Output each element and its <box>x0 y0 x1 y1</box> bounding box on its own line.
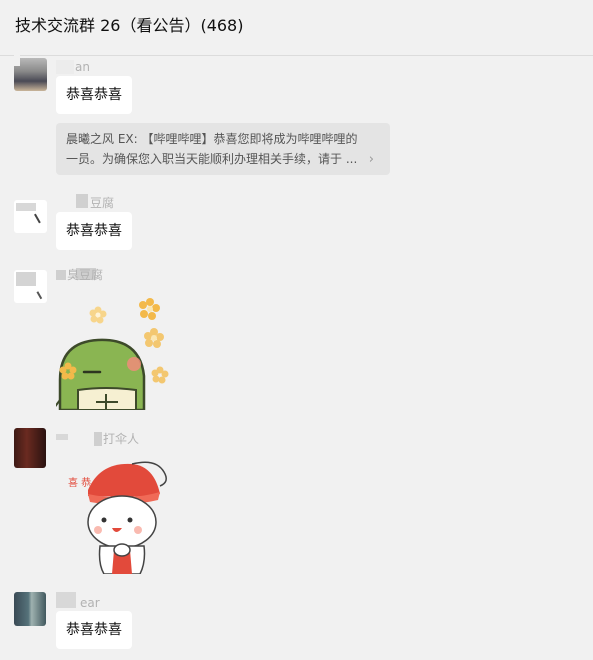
flower-icon <box>144 328 164 348</box>
sender-redaction <box>56 434 68 440</box>
message-list[interactable]: an 恭喜恭喜 晨曦之风 EX: 【哔哩哔哩】恭喜您即将成为哔哩哔哩的 一员。为… <box>0 54 593 660</box>
quote-line: 一员。为确保您入职当天能顺利办理相关手续，请于 ... <box>66 152 358 166</box>
flower-icon <box>89 306 107 324</box>
chat-header: 技术交流群 26（看公告）(468) <box>0 0 593 56</box>
message-bubble[interactable]: 恭喜恭喜 <box>56 76 132 114</box>
sender-name: 豆腐 <box>90 196 115 210</box>
quote-line: 晨曦之风 EX: 【哔哩哔哩】恭喜您即将成为哔哩哔哩的 <box>66 132 358 146</box>
quoted-message[interactable]: 晨曦之风 EX: 【哔哩哔哩】恭喜您即将成为哔哩哔哩的 一员。为确保您入职当天能… <box>56 123 390 175</box>
avatar[interactable] <box>14 270 47 303</box>
chat-title[interactable]: 技术交流群 26（看公告）(468) <box>15 15 243 37</box>
turtle-sticker[interactable] <box>56 290 176 410</box>
sender-name: 打伞人 <box>103 432 140 446</box>
message-bubble[interactable]: 恭喜恭喜 <box>56 212 132 250</box>
sender-redaction <box>94 432 102 446</box>
sender-redaction <box>56 270 66 280</box>
sender-name: an <box>75 60 90 74</box>
flower-icon <box>151 366 169 384</box>
sender-name: 臭豆腐 <box>67 268 104 282</box>
avatar[interactable] <box>14 428 46 468</box>
congrats-sticker[interactable]: 喜 恭 <box>58 454 178 574</box>
message-bubble[interactable]: 恭喜恭喜 <box>56 611 132 649</box>
sender-name: ear <box>80 596 100 610</box>
sticker-text: 喜 恭 <box>68 476 91 489</box>
avatar[interactable] <box>14 592 46 626</box>
chevron-right-icon: › <box>368 152 374 167</box>
sender-redaction <box>56 592 76 608</box>
avatar[interactable] <box>14 200 47 233</box>
flower-icon <box>139 298 160 320</box>
sender-redaction <box>76 194 88 208</box>
